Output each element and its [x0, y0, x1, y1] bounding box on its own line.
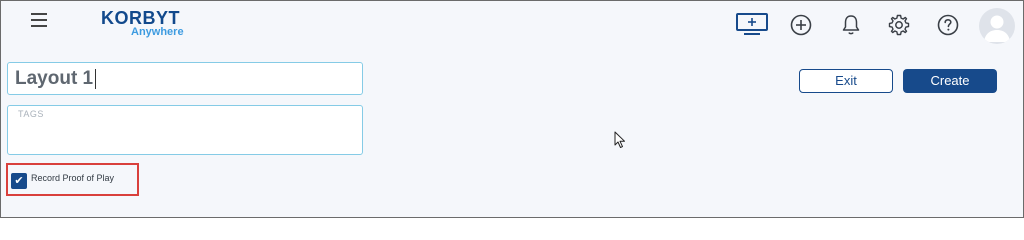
tags-input[interactable]: TAGS	[7, 105, 363, 155]
layout-name-input[interactable]: Layout 1	[7, 62, 363, 95]
avatar-icon[interactable]	[979, 8, 1015, 44]
logo-wordmark: KORBYT	[101, 8, 180, 28]
checkmark-icon: ✔	[14, 175, 24, 187]
logo-subtitle: Anywhere	[131, 26, 184, 38]
text-caret	[95, 68, 97, 89]
record-proof-of-play-checkbox[interactable]: ✔	[11, 173, 27, 189]
display-screen-icon[interactable]	[736, 13, 768, 37]
exit-button[interactable]: Exit	[799, 69, 893, 93]
korbyt-logo: KORBYT Anywhere	[101, 8, 193, 38]
app-frame: KORBYT Anywhere Layout 1 TAGS ✔ Record P…	[0, 0, 1024, 218]
record-proof-of-play-label[interactable]: Record Proof of Play	[31, 173, 114, 183]
add-circle-icon[interactable]	[789, 13, 813, 37]
tags-placeholder: TAGS	[18, 109, 44, 119]
layout-name-value: Layout 1	[15, 68, 94, 89]
mouse-pointer-icon	[614, 131, 626, 149]
create-button[interactable]: Create	[903, 69, 997, 93]
hamburger-menu-icon[interactable]	[31, 13, 47, 27]
gear-icon[interactable]	[887, 13, 911, 37]
bell-icon[interactable]	[839, 13, 863, 37]
help-icon[interactable]	[936, 13, 960, 37]
